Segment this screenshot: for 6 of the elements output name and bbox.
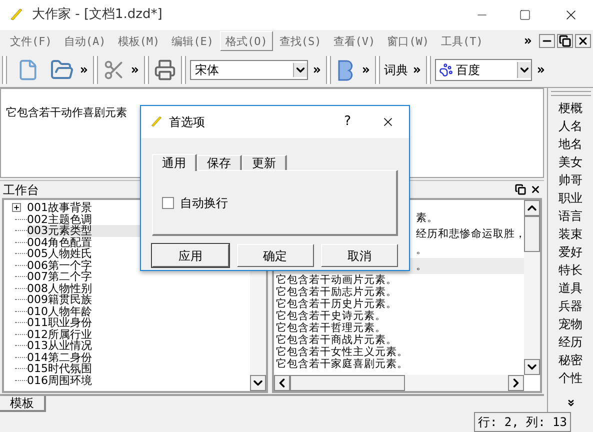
panel-title: 工作台 (3, 182, 39, 198)
editor-text: 它包含若干动作喜剧元素 (6, 106, 127, 119)
cursor-position: 行: 2, 列: 13 (474, 412, 571, 432)
checkbox-label: 自动换行 (180, 194, 228, 212)
window-title: 大作家 - [文档1.dzd*] (32, 6, 162, 24)
dialog-title: 首选项 (169, 114, 205, 131)
